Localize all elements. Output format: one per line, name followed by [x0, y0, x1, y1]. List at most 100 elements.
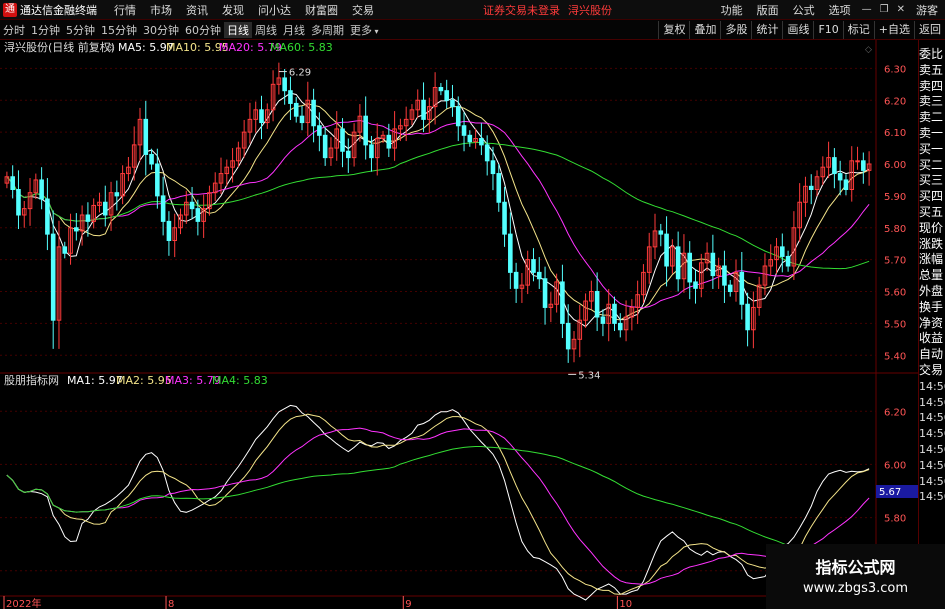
high-price-label: 6.29 [289, 68, 311, 79]
trade-time: 14:56 [919, 490, 945, 504]
f10-button[interactable]: F10 [813, 20, 842, 39]
y-tick-label: 5.50 [884, 319, 906, 330]
ma4-legend: MA4: 5.83 [212, 374, 268, 387]
candle-body [722, 265, 727, 286]
candle-body [363, 115, 368, 146]
minimize-icon[interactable]: — [858, 4, 876, 15]
overlay-button[interactable]: 叠加 [689, 20, 720, 39]
multi-stock-button[interactable]: 多股 [720, 20, 751, 39]
back-button[interactable]: 返回 [914, 20, 945, 39]
ma2-legend: MA2: 5.95 [116, 374, 172, 387]
candle-body [322, 134, 328, 159]
menu-ask[interactable]: 问小达 [251, 2, 298, 18]
candle-body [739, 271, 745, 305]
menu-layout[interactable]: 版面 [750, 2, 786, 18]
menu-discover[interactable]: 发现 [215, 2, 251, 18]
candle-body [438, 87, 444, 92]
menu-quotes[interactable]: 行情 [107, 2, 143, 18]
side-panel-label: 卖四 [919, 78, 944, 93]
menu-wealth[interactable]: 财富圈 [298, 2, 345, 18]
kline-chart[interactable]: 浔兴股份(日线 前复权) ⚙ MA5: 5.97 MA10: 5.95 MA20… [0, 40, 918, 609]
restore-icon[interactable]: ❐ [876, 4, 893, 15]
menu-news[interactable]: 资讯 [179, 2, 215, 18]
period-tab-intraday[interactable]: 分时 [0, 22, 28, 38]
period-tab-1min[interactable]: 1分钟 [28, 22, 63, 38]
candle-body [346, 150, 351, 159]
candle-body [832, 157, 837, 175]
current-stock-name: 浔兴股份 [568, 3, 612, 17]
x-axis-label: 2022年 [6, 597, 41, 609]
candle-body [369, 144, 374, 159]
mark-button[interactable]: 标记 [842, 20, 874, 39]
candle-body [450, 99, 455, 108]
sub-y-tick-label: 5.80 [884, 514, 906, 525]
side-panel-label: 换手 [919, 299, 944, 314]
period-tab-5min[interactable]: 5分钟 [63, 22, 98, 38]
candle-body [693, 281, 698, 289]
candle-body [658, 230, 664, 235]
menu-formula[interactable]: 公式 [786, 2, 822, 18]
period-tab-multi[interactable]: 多周期 [308, 22, 347, 38]
candle-body [837, 173, 843, 181]
menu-bar: 通 通达信金融终端 行情 市场 资讯 发现 问小达 财富圈 交易 证券交易未登录… [0, 0, 945, 20]
trade-time: 14:56 [919, 474, 945, 488]
close-icon[interactable]: ✕ [893, 4, 909, 15]
candle-body [421, 99, 426, 120]
side-panel-label[interactable]: 交易 [919, 363, 945, 379]
candle-body [565, 322, 571, 350]
candle-body [479, 138, 484, 146]
diamond-icon: ◇ [865, 45, 872, 55]
menu-trade[interactable]: 交易 [345, 2, 381, 18]
period-tab-daily[interactable]: 日线 [224, 21, 252, 38]
candle-body [490, 160, 496, 175]
x-axis-label: 8 [168, 599, 174, 609]
side-panel-label: 卖二 [919, 110, 944, 125]
adjust-button[interactable]: 复权 [658, 20, 689, 39]
low-price-label: 5.34 [578, 370, 600, 381]
side-panel-label: 总量 [919, 268, 944, 283]
side-panel-label: 卖五 [919, 62, 944, 77]
period-tab-weekly[interactable]: 周线 [252, 22, 280, 38]
menu-function[interactable]: 功能 [714, 2, 750, 18]
sub-y-tick-label: 6.00 [884, 460, 906, 471]
sub-line-ma10 [6, 413, 870, 595]
period-tab-monthly[interactable]: 月线 [280, 22, 308, 38]
candle-body [10, 176, 15, 190]
draw-line-button[interactable]: 画线 [782, 20, 813, 39]
current-value-label: 5.67 [879, 487, 901, 498]
settings-icon[interactable]: ⚙ [106, 43, 115, 54]
statistics-button[interactable]: 统计 [751, 20, 782, 39]
candle-body [288, 90, 293, 104]
watermark-url: www.zbgs3.com [802, 581, 909, 596]
trade-time-list: 14:5614:5614:5614:5614:5614:5614:5614:56 [919, 379, 945, 505]
candle-body [166, 220, 172, 241]
side-panel-label: 买四 [919, 189, 944, 204]
side-panel: 委比 卖五 卖四 卖三 卖二 卖一 买一 买二 买三 买四 买五 现价 涨跌 涨幅 总量 外盘 换手 净资 收益 自动… [918, 40, 945, 609]
candle-body [808, 185, 814, 190]
period-tab-30min[interactable]: 30分钟 [140, 22, 182, 38]
side-panel-label: 买一 [919, 141, 944, 156]
sub-line-ma60 [6, 446, 870, 553]
candle-body [455, 106, 461, 127]
candle-body [149, 153, 154, 165]
candle-body [594, 291, 600, 318]
candle-body [531, 259, 536, 273]
candle-body [282, 77, 287, 92]
candle-body [508, 233, 513, 273]
side-panel-label[interactable]: 自动 [919, 347, 945, 363]
add-watchlist-button[interactable]: +自选 [873, 20, 914, 39]
user-guest[interactable]: 游客 [909, 2, 945, 18]
menu-options[interactable]: 选项 [822, 2, 858, 18]
menu-market[interactable]: 市场 [143, 2, 179, 18]
candle-body [513, 271, 519, 289]
period-tab-more[interactable]: 更多 ▾ [347, 22, 382, 38]
candle-body [195, 208, 201, 222]
candle-body [74, 227, 79, 232]
candle-body [50, 233, 56, 321]
x-axis-label: 10 [619, 599, 632, 609]
candle-body [484, 144, 490, 162]
trade-login-warning[interactable]: 证券交易未登录 [479, 2, 564, 18]
side-panel-label: 买二 [919, 157, 944, 172]
period-tab-15min[interactable]: 15分钟 [98, 22, 140, 38]
period-tab-60min[interactable]: 60分钟 [182, 22, 224, 38]
